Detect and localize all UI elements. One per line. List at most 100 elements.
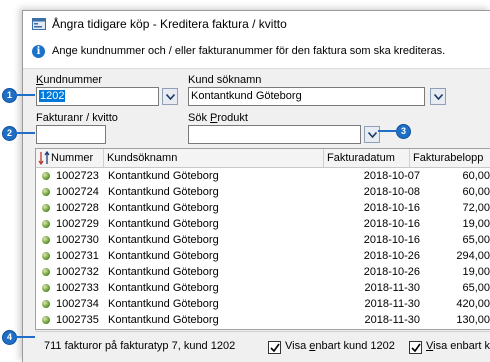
- cell-fakturabelopp: 72,00: [462, 202, 490, 214]
- checkmark-icon: [411, 343, 421, 353]
- cell-nummer: 1002729: [56, 218, 99, 230]
- cell-kundsoknamn: Kontantkund Göteborg: [108, 298, 219, 310]
- cell-fakturadatum: 2018-11-30: [364, 314, 420, 326]
- cell-nummer: 1002730: [56, 234, 99, 246]
- sok-produkt-input[interactable]: [188, 125, 361, 144]
- table-row[interactable]: 1002728 Kontantkund Göteborg 2018-10-16 72,…: [36, 200, 490, 216]
- chevron-down-icon: [166, 94, 175, 100]
- cell-kundsoknamn: Kontantkund Göteborg: [108, 186, 219, 198]
- table-row[interactable]: 1002729 Kontantkund Göteborg 2018-10-16 19,…: [36, 216, 490, 232]
- cell-fakturadatum: 2018-10-26: [363, 266, 420, 278]
- status-dot-icon: [42, 300, 50, 308]
- status-dot-icon: [42, 204, 50, 212]
- cell-fakturabelopp: 65,00: [462, 234, 490, 246]
- invoice-table[interactable]: Nummer Kundsöknamn Fakturadatum Fakturab…: [35, 148, 490, 330]
- cell-fakturabelopp: 19,00: [462, 218, 490, 230]
- cell-fakturabelopp: 60,00: [462, 170, 490, 182]
- sok-produkt-label: Sök Produkt: [188, 112, 248, 124]
- callout-4-line: [16, 336, 35, 338]
- sok-produkt-dropdown-button[interactable]: [364, 126, 380, 143]
- window-title: Ångra tidigare köp - Kreditera faktura /…: [52, 17, 287, 31]
- sort-icon: [38, 151, 50, 165]
- status-dot-icon: [42, 268, 50, 276]
- table-row[interactable]: 1002730 Kontantkund Göteborg 2018-10-16 65,…: [36, 232, 490, 248]
- cell-nummer: 1002731: [56, 250, 99, 262]
- cell-nummer: 1002724: [56, 186, 99, 198]
- visa-enbart-kund-checkbox[interactable]: [268, 341, 281, 354]
- fakturanr-input[interactable]: [36, 125, 106, 144]
- cell-kundsoknamn: Kontantkund Göteborg: [108, 250, 219, 262]
- table-row[interactable]: 1002734 Kontantkund Göteborg 2018-11-30 420…: [36, 296, 490, 312]
- column-header-kundsoknamn[interactable]: Kundsöknamn: [104, 149, 324, 167]
- kund-soknamn-label: Kund söknamn: [188, 74, 262, 86]
- cell-nummer: 1002728: [56, 202, 99, 214]
- cell-fakturadatum: 2018-10-16: [363, 218, 420, 230]
- table-row[interactable]: 1002732 Kontantkund Göteborg 2018-10-26 19,…: [36, 264, 490, 280]
- cell-nummer: 1002732: [56, 266, 99, 278]
- callout-2-line: [16, 132, 35, 134]
- callout-2-badge: 2: [2, 126, 17, 141]
- cell-fakturabelopp: 60,00: [462, 186, 490, 198]
- status-text: 711 fakturor på fakturatyp 7, kund 1202: [44, 340, 236, 352]
- callout-3-badge: 3: [396, 124, 411, 139]
- visa-enbart-kund-label: Visa enbart kund 1202: [285, 340, 395, 352]
- status-dot-icon: [42, 252, 50, 260]
- kundnummer-dropdown-button[interactable]: [162, 88, 178, 105]
- chevron-down-icon: [434, 94, 443, 100]
- kundnummer-input[interactable]: 1202: [36, 87, 159, 106]
- cell-fakturadatum: 2018-10-08: [363, 186, 420, 198]
- info-text: Ange kundnummer och / eller fakturanumme…: [52, 45, 446, 57]
- credit-invoice-window: Ångra tidigare köp - Kreditera faktura /…: [22, 10, 490, 362]
- table-row[interactable]: 1002731 Kontantkund Göteborg 2018-10-26 294…: [36, 248, 490, 264]
- checkmark-icon: [270, 343, 280, 353]
- column-header-nummer[interactable]: Nummer: [36, 149, 104, 167]
- cell-nummer: 1002735: [56, 314, 99, 326]
- callout-1-badge: 1: [2, 88, 17, 103]
- callout-4-badge: 4: [2, 330, 17, 345]
- info-icon: i: [32, 45, 45, 58]
- cell-fakturabelopp: 130,00: [456, 314, 490, 326]
- visa-enbart-kont-label: Visa enbart kont: [426, 340, 490, 352]
- column-header-fakturabelopp[interactable]: Fakturabelopp: [410, 149, 490, 167]
- cell-kundsoknamn: Kontantkund Göteborg: [108, 218, 219, 230]
- callout-3-line: [378, 130, 397, 132]
- cell-nummer: 1002723: [56, 170, 99, 182]
- app-window-icon: [32, 18, 46, 30]
- title-bar: Ångra tidigare köp - Kreditera faktura /…: [23, 11, 490, 37]
- status-bar: 711 fakturor på fakturatyp 7, kund 1202 …: [35, 331, 490, 362]
- cell-kundsoknamn: Kontantkund Göteborg: [108, 314, 219, 326]
- cell-kundsoknamn: Kontantkund Göteborg: [108, 282, 219, 294]
- cell-fakturabelopp: 294,00: [456, 250, 490, 262]
- cell-fakturabelopp: 420,00: [456, 298, 490, 310]
- status-dot-icon: [42, 188, 50, 196]
- cell-fakturadatum: 2018-10-07: [363, 170, 420, 182]
- status-dot-icon: [42, 284, 50, 292]
- table-row[interactable]: 1002735 Kontantkund Göteborg 2018-11-30 130…: [36, 312, 490, 328]
- callout-1-line: [16, 94, 35, 96]
- cell-fakturadatum: 2018-10-16: [363, 234, 420, 246]
- table-row[interactable]: 1002724 Kontantkund Göteborg 2018-10-08 60,…: [36, 184, 490, 200]
- fakturanr-label: Fakturanr / kvitto: [36, 112, 118, 124]
- visa-enbart-kont-checkbox[interactable]: [409, 341, 422, 354]
- table-row[interactable]: 1002733 Kontantkund Göteborg 2018-11-30 65,…: [36, 280, 490, 296]
- kund-soknamn-dropdown-button[interactable]: [430, 88, 446, 105]
- cell-nummer: 1002733: [56, 282, 99, 294]
- cell-fakturadatum: 2018-10-26: [363, 250, 420, 262]
- kundnummer-value: 1202: [39, 90, 66, 102]
- column-header-fakturadatum[interactable]: Fakturadatum: [324, 149, 410, 167]
- table-header: Nummer Kundsöknamn Fakturadatum Fakturab…: [36, 149, 490, 168]
- table-row[interactable]: 1002723 Kontantkund Göteborg 2018-10-07 60,…: [36, 168, 490, 184]
- status-dot-icon: [42, 316, 50, 324]
- cell-kundsoknamn: Kontantkund Göteborg: [108, 266, 219, 278]
- kundnummer-label: Kundnummer: [36, 74, 103, 86]
- cell-kundsoknamn: Kontantkund Göteborg: [108, 170, 219, 182]
- cell-kundsoknamn: Kontantkund Göteborg: [108, 202, 219, 214]
- cell-fakturabelopp: 19,00: [462, 266, 490, 278]
- status-dot-icon: [42, 172, 50, 180]
- info-bar: i Ange kundnummer och / eller fakturanum…: [23, 37, 490, 69]
- kund-soknamn-input[interactable]: Kontantkund Göteborg: [188, 87, 425, 106]
- cell-nummer: 1002734: [56, 298, 99, 310]
- cell-fakturadatum: 2018-11-30: [364, 282, 420, 294]
- chevron-down-icon: [368, 132, 377, 138]
- cell-fakturabelopp: 65,00: [462, 282, 490, 294]
